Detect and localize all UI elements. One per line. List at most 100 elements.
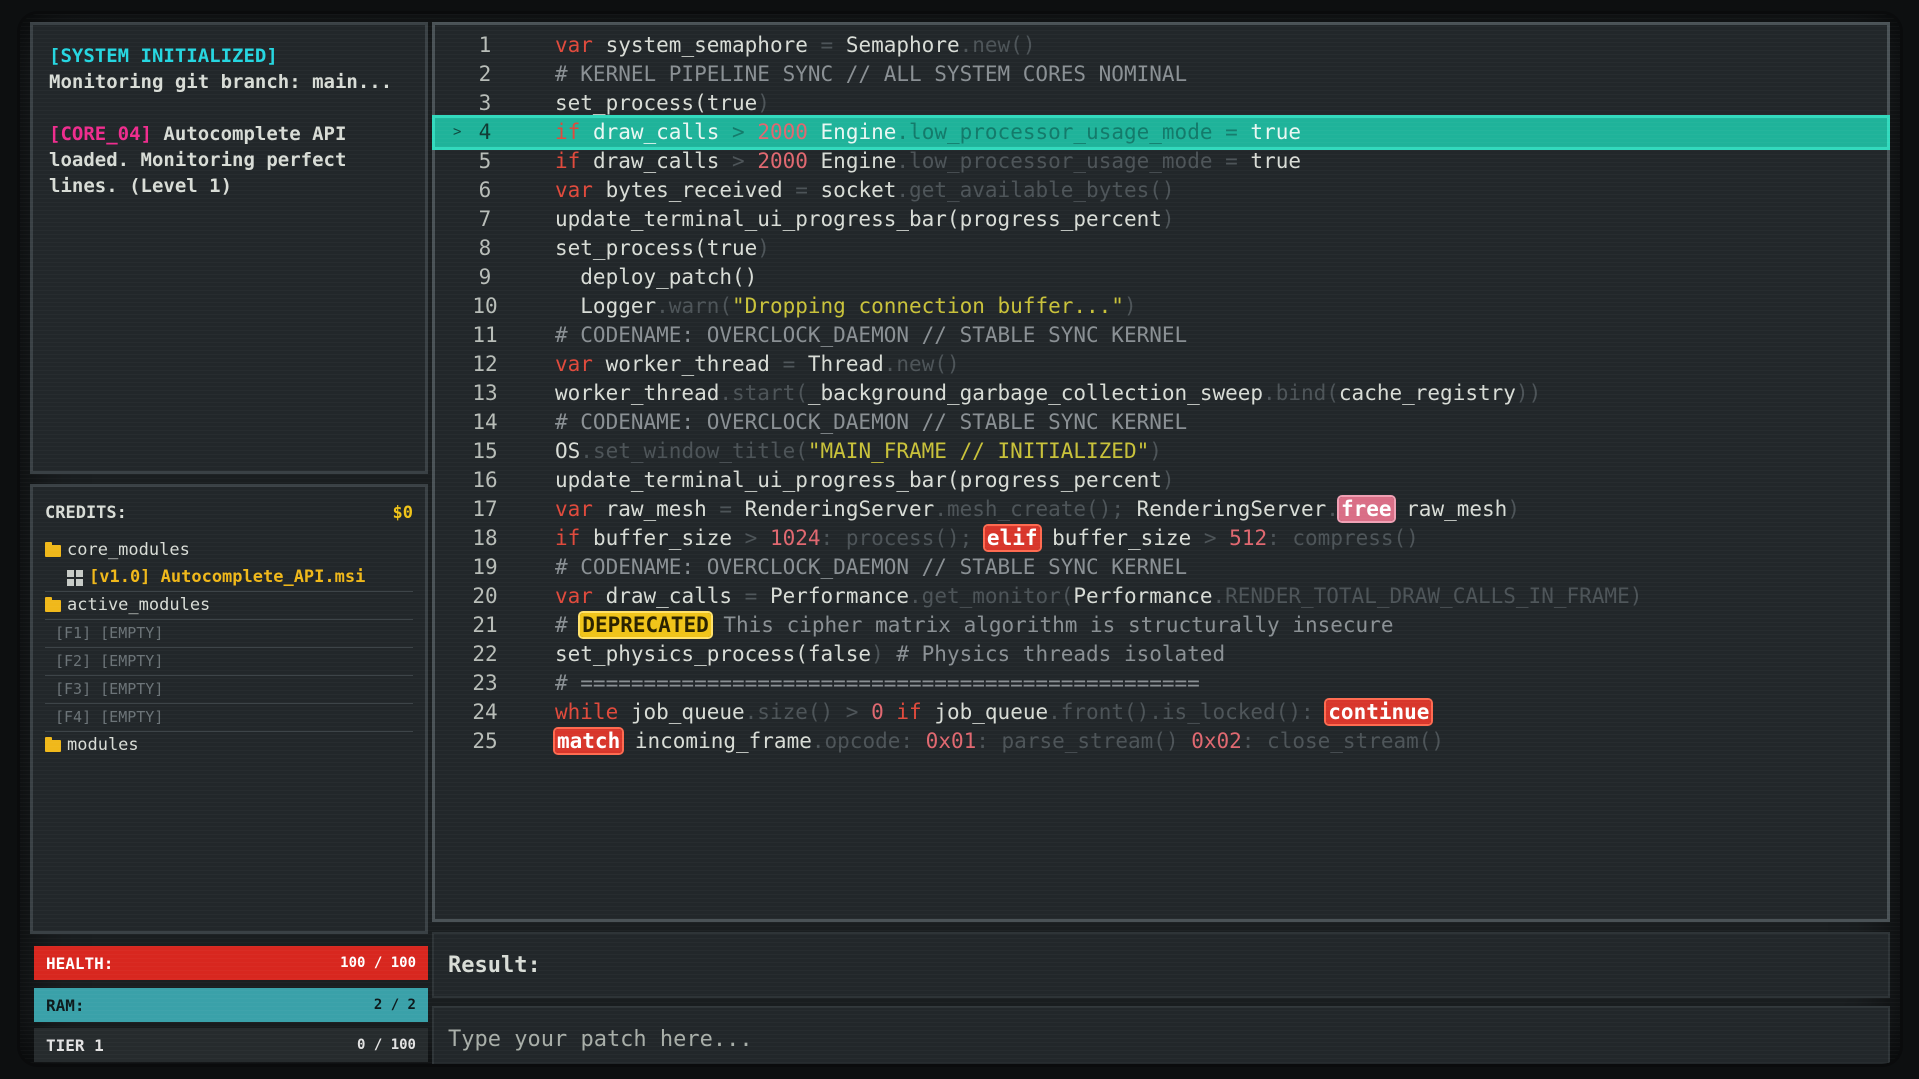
folder-modules[interactable]: modules: [45, 732, 413, 759]
token: job_queue: [921, 700, 1049, 724]
token: var: [555, 352, 593, 376]
line-code: # DEPRECATED This cipher matrix algorith…: [555, 611, 1393, 640]
keyword-badge: elif: [984, 526, 1040, 550]
code-line[interactable]: 11 # CODENAME: OVERCLOCK_DAEMON // STABLE…: [435, 321, 1887, 350]
code-line[interactable]: 24 while job_queue.size() > 0 if job_queu…: [435, 698, 1887, 727]
code-line[interactable]: 22 set_physics_process(false) # Physics t…: [435, 640, 1887, 669]
line-number: 1: [478, 33, 492, 57]
code-line[interactable]: 10 Logger.warn("Dropping connection buff…: [435, 292, 1887, 321]
token: if: [555, 149, 581, 173]
ram-bar: RAM: 2 / 2: [34, 988, 428, 1022]
token: =: [795, 178, 808, 202]
line-number: 25: [472, 729, 498, 753]
code-line[interactable]: 2 # KERNEL PIPELINE SYNC // ALL SYSTEM CO…: [435, 60, 1887, 89]
token: #: [555, 613, 581, 637]
line-code: set_physics_process(false) # Physics thr…: [555, 640, 1225, 669]
token: .front().is_locked():: [1048, 700, 1327, 724]
token: buffer_size: [1039, 526, 1204, 550]
code-line[interactable]: 17 var raw_mesh = RenderingServer.mesh_cr…: [435, 495, 1887, 524]
line-number: 24: [472, 700, 498, 724]
token: : compress(): [1267, 526, 1419, 550]
code-line[interactable]: 8 set_process(true): [435, 234, 1887, 263]
code-line[interactable]: 12 var worker_thread = Thread.new(): [435, 350, 1887, 379]
token: draw_calls: [592, 584, 745, 608]
code-line[interactable]: 5 if draw_calls > 2000 Engine.low_process…: [435, 147, 1887, 176]
token: >: [732, 120, 745, 144]
line-code: var bytes_received = socket.get_availabl…: [555, 176, 1175, 205]
patch-input-bar[interactable]: [432, 1006, 1890, 1064]
deprecated-badge: DEPRECATED: [580, 613, 711, 637]
token: 2000: [744, 149, 808, 173]
token: 2000: [744, 120, 808, 144]
code-line[interactable]: 6 var bytes_received = socket.get_availab…: [435, 176, 1887, 205]
installer-icon: [67, 569, 83, 586]
token: 0x01: [925, 729, 977, 753]
token: true: [1250, 120, 1301, 144]
folder-active-modules[interactable]: active_modules: [45, 592, 413, 620]
code-line[interactable]: 25 match incoming_frame.opcode: 0x01: par…: [435, 727, 1887, 756]
line-number: 13: [472, 381, 498, 405]
token: 1024: [757, 526, 821, 550]
line-number: 14: [472, 410, 498, 434]
token: RenderingServer: [732, 497, 935, 521]
token: true: [1250, 149, 1301, 173]
module-slot-f2[interactable]: [F2] [EMPTY]: [45, 648, 413, 676]
code-line[interactable]: 21 # DEPRECATED This cipher matrix algori…: [435, 611, 1887, 640]
code-line[interactable]: 3 set_process(true): [435, 89, 1887, 118]
token: _background_garbage_collection_sweep: [807, 381, 1264, 405]
code-line[interactable]: 15 OS.set_window_title("MAIN_FRAME // INI…: [435, 437, 1887, 466]
code-line[interactable]: 18 if buffer_size > 1024: process(); elif…: [435, 524, 1887, 553]
log-text: Monitoring git branch: main...: [49, 71, 393, 93]
code-line[interactable]: 23 # ====================================…: [435, 669, 1887, 698]
line-code: # ======================================…: [555, 671, 1200, 695]
line-number: 17: [472, 497, 498, 521]
token: var: [555, 497, 593, 521]
code-line[interactable]: 1 var system_semaphore = Semaphore.new(): [435, 31, 1887, 60]
token: .new(): [959, 33, 1036, 57]
token: job_queue: [618, 700, 745, 724]
line-number: 12: [472, 352, 498, 376]
line-code: OS.set_window_title("MAIN_FRAME // INITI…: [555, 437, 1162, 466]
line-number: 18: [472, 526, 498, 550]
code-line[interactable]: 14 # CODENAME: OVERCLOCK_DAEMON // STABLE…: [435, 408, 1887, 437]
code-line[interactable]: 16 update_terminal_ui_progress_bar(progre…: [435, 466, 1887, 495]
token: OS: [555, 439, 581, 463]
token: update_terminal_ui_progress_bar(progress…: [555, 207, 1162, 231]
code-editor[interactable]: 1 var system_semaphore = Semaphore.new() …: [432, 22, 1890, 922]
credits-header: CREDITS: $0: [45, 503, 413, 523]
line-number: 7: [478, 207, 492, 231]
file-label: [v1.0] Autocomplete_API.msi: [89, 567, 366, 587]
token: ): [871, 642, 897, 666]
code-line[interactable]: 7 update_terminal_ui_progress_bar(progres…: [435, 205, 1887, 234]
code-line-selected[interactable]: >4 if draw_calls > 2000 Engine.low_proces…: [435, 118, 1887, 147]
slot-label: [F2] [EMPTY]: [55, 652, 164, 670]
credits-label: CREDITS:: [45, 503, 127, 523]
patch-input[interactable]: [446, 1025, 1876, 1053]
code-line[interactable]: 20 var draw_calls = Performance.get_monit…: [435, 582, 1887, 611]
system-log-panel: [SYSTEM INITIALIZED] Monitoring git branc…: [30, 22, 428, 474]
token: incoming_frame: [622, 729, 812, 753]
code-line[interactable]: 13 worker_thread.start(_background_garbag…: [435, 379, 1887, 408]
token: draw_calls: [580, 149, 733, 173]
token: .new(): [883, 352, 960, 376]
keyword-badge: match: [555, 729, 623, 753]
code-line[interactable]: 19 # CODENAME: OVERCLOCK_DAEMON // STABLE…: [435, 553, 1887, 582]
file-tree-panel: CREDITS: $0 core_modules [v1.0] Autocomp…: [30, 484, 428, 934]
token: "MAIN_FRAME // INITIALIZED": [807, 439, 1150, 463]
folder-core-modules[interactable]: core_modules: [45, 537, 413, 564]
folder-label: core_modules: [67, 540, 190, 560]
token: if: [883, 700, 922, 724]
token: .warn(: [656, 294, 733, 318]
module-slot-f4[interactable]: [F4] [EMPTY]: [45, 704, 413, 732]
module-slot-f1[interactable]: [F1] [EMPTY]: [45, 620, 413, 648]
log-tag: [CORE_04]: [49, 123, 152, 145]
code-line[interactable]: 9 deploy_patch(): [435, 263, 1887, 292]
file-autocomplete-api[interactable]: [v1.0] Autocomplete_API.msi: [45, 564, 413, 592]
line-code: if draw_calls > 2000 Engine.low_processo…: [555, 118, 1301, 147]
token: =: [744, 584, 758, 608]
token: ): [1161, 207, 1175, 231]
token: ): [1149, 439, 1162, 463]
module-slot-f3[interactable]: [F3] [EMPTY]: [45, 676, 413, 704]
tier-value: 0 / 100: [356, 1037, 416, 1053]
line-number: 11: [472, 323, 498, 347]
